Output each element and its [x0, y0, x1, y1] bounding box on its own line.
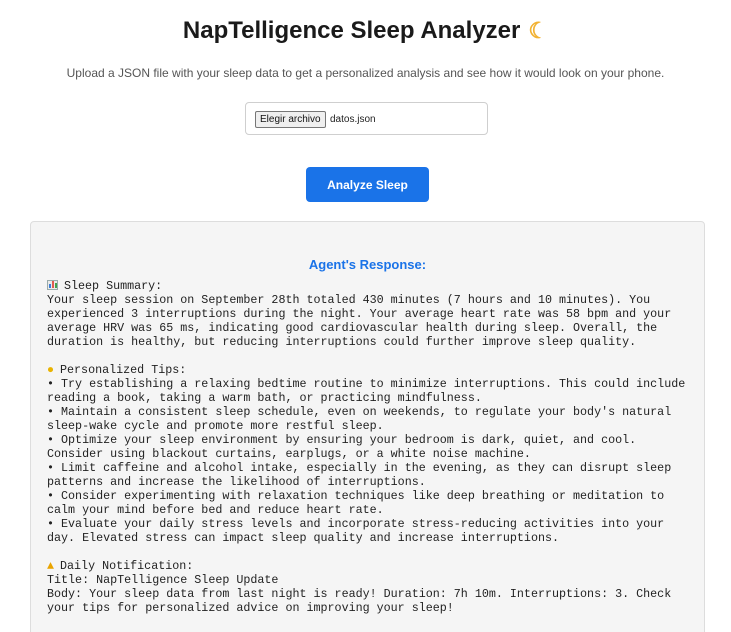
agent-response-text: Sleep Summary: Your sleep session on Sep…: [47, 279, 697, 615]
tip-item: • Consider experimenting with relaxation…: [47, 489, 672, 517]
page-title-text: NapTelligence Sleep Analyzer: [182, 17, 521, 44]
tips-title: Personalized Tips:: [60, 363, 187, 377]
bar-chart-icon: [47, 280, 58, 290]
analyze-sleep-button[interactable]: Analyze Sleep: [306, 167, 429, 202]
notification-section: ▲ Daily Notification: Title: NapTelligenc…: [47, 559, 678, 615]
page: NapTelligence Sleep Analyzer ☾ Upload a J…: [0, 0, 731, 632]
moon-icon: ☾: [528, 18, 549, 43]
tip-item: • Evaluate your daily stress levels and …: [47, 517, 672, 545]
notification-title-line: Title: NapTelligence Sleep Update: [47, 573, 279, 587]
bell-icon: ▲: [47, 559, 55, 573]
file-upload-field[interactable]: Elegir archivo datos.json: [245, 102, 488, 135]
sleep-summary-title: Sleep Summary:: [64, 279, 163, 293]
tip-item: • Try establishing a relaxing bedtime ro…: [47, 377, 693, 405]
page-title: NapTelligence Sleep Analyzer ☾: [0, 14, 731, 48]
tip-item: • Limit caffeine and alcohol intake, esp…: [47, 461, 679, 489]
agent-response-panel: Agent's Response: Sleep Summary: Your sl…: [30, 221, 705, 632]
sleep-summary-body: Your sleep session on September 28th tot…: [47, 293, 679, 349]
notification-title: Daily Notification:: [60, 559, 194, 573]
sleep-summary-section: Sleep Summary: Your sleep session on Sep…: [47, 279, 678, 349]
agent-response-heading: Agent's Response:: [308, 257, 427, 272]
tip-item: • Maintain a consistent sleep schedule, …: [47, 405, 679, 433]
choose-file-button[interactable]: Elegir archivo: [255, 111, 326, 128]
notification-body-line: Body: Your sleep data from last night is…: [47, 587, 679, 615]
tips-section: ● Personalized Tips: • Try establishing a…: [47, 363, 692, 545]
page-subtitle: Upload a JSON file with your sleep data …: [66, 66, 665, 80]
tip-item: • Optimize your sleep environment by ens…: [47, 433, 644, 461]
selected-file-name: datos.json: [330, 114, 376, 125]
lightbulb-icon: ●: [47, 363, 55, 377]
